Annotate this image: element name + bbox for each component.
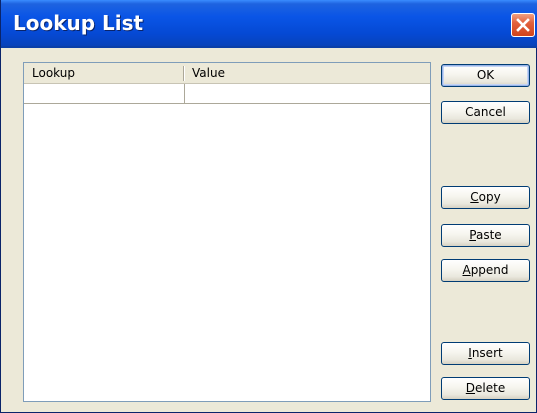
append-button[interactable]: Append [441, 259, 530, 282]
list-header: Lookup Value [24, 63, 430, 84]
row-cell-divider [184, 84, 185, 103]
ok-label: OK [476, 68, 495, 82]
paste-button[interactable]: Paste [441, 224, 530, 247]
close-icon [516, 18, 530, 32]
ok-button[interactable]: OK [441, 64, 530, 87]
column-header-value[interactable]: Value [184, 63, 430, 83]
delete-button[interactable]: Delete [441, 377, 530, 400]
copy-accel: C [470, 190, 479, 204]
close-button[interactable] [511, 13, 535, 37]
insert-label: nsert [471, 346, 503, 360]
lookup-list-view[interactable]: Lookup Value [23, 62, 431, 402]
cancel-button[interactable]: Cancel [441, 101, 530, 124]
window-title: Lookup List [13, 11, 144, 35]
paste-accel: P [469, 228, 476, 242]
append-label: ppend [470, 263, 509, 277]
lookup-list-dialog: Lookup List Lookup Value OK Cancel Copy … [0, 0, 537, 413]
insert-button[interactable]: Insert [441, 342, 530, 365]
list-row[interactable] [24, 84, 430, 104]
delete-label: elete [475, 381, 506, 395]
copy-button[interactable]: Copy [441, 186, 530, 209]
title-bar[interactable]: Lookup List [1, 0, 537, 48]
column-header-lookup[interactable]: Lookup [24, 63, 184, 83]
paste-label: aste [476, 228, 502, 242]
delete-accel: D [465, 381, 476, 395]
copy-label: opy [478, 190, 501, 204]
cancel-label: Cancel [465, 105, 506, 119]
append-accel: A [462, 263, 471, 277]
